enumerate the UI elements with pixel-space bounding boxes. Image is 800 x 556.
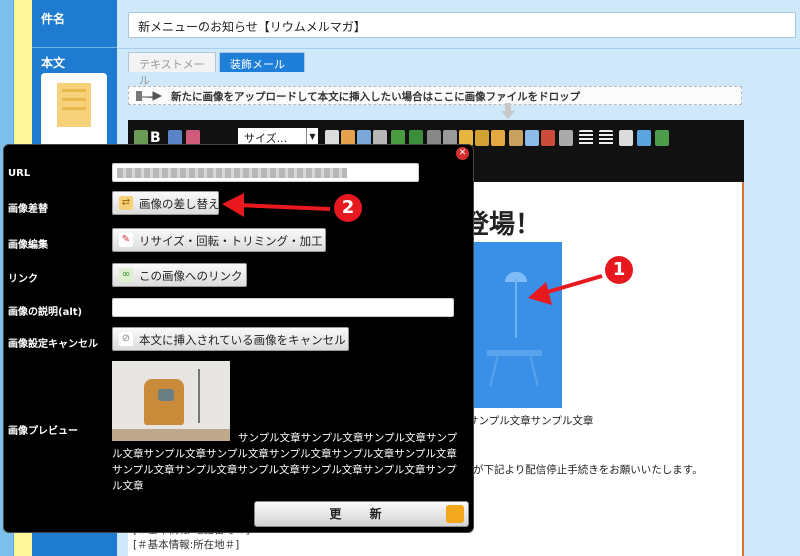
close-icon[interactable]: ✕: [456, 147, 469, 160]
mail-icon[interactable]: [525, 130, 539, 146]
body-label: 本文: [41, 56, 66, 70]
image-settings-dialog: ✕ URL 画像差替 ⇄ 画像の差し替え 画像編集 ✎ リサイズ・回転・トリミン…: [3, 144, 474, 533]
tab-deco-mail[interactable]: 装飾メール: [219, 52, 305, 72]
update-button[interactable]: 更 新: [254, 501, 469, 527]
source-icon[interactable]: [655, 130, 669, 146]
tab-text-mail[interactable]: テキストメール: [128, 52, 216, 87]
link-label: リンク: [8, 274, 38, 285]
alt-label: 画像の説明(alt): [8, 307, 83, 318]
subject-input[interactable]: 新メニューのお知らせ【リウムメルマガ】: [128, 12, 796, 38]
edit-label: 画像編集: [8, 240, 48, 251]
align-center-icon[interactable]: [599, 130, 613, 146]
subject-label: 件名: [41, 12, 66, 26]
url-field[interactable]: [112, 163, 419, 182]
image-drop-zone[interactable]: 新たに画像をアップロードして本文に挿入したい場合はここに画像ファイルをドロップ: [128, 86, 742, 105]
label-divider: [32, 47, 117, 48]
preview-text: サンプル文章サンプル文章サンプル文章サンプル文章サンプル文章サンプル文章サンプル…: [112, 432, 458, 492]
file-icon[interactable]: [491, 130, 505, 146]
window-icon[interactable]: [619, 130, 633, 146]
url-value-blurred: [117, 168, 347, 178]
folder-open-icon[interactable]: [475, 130, 489, 146]
mail-open-icon[interactable]: [559, 130, 573, 146]
drop-zone-text: 新たに画像をアップロードして本文に挿入したい場合はここに画像ファイルをドロップ: [171, 91, 581, 103]
image-preview: [112, 361, 230, 441]
editor-heading: 登場！: [463, 210, 542, 240]
editor-text: サンプル文章サンプル文章: [468, 415, 594, 427]
ban-icon: ⊘: [119, 332, 133, 346]
edit-image-button[interactable]: ✎ リサイズ・回転・トリミング・加工: [112, 228, 326, 252]
preview-label: 画像プレビュー: [8, 426, 78, 437]
alt-text-field[interactable]: [112, 298, 454, 317]
url-label: URL: [8, 168, 31, 179]
document-icon: [41, 73, 107, 151]
callout-badge-2: 2: [334, 194, 362, 222]
replace-label: 画像差替: [8, 204, 48, 215]
editor-text: [＃基本情報:所在地＃]: [133, 539, 240, 551]
callout-badge-1: 1: [605, 256, 633, 284]
link-icon: ∞: [119, 268, 133, 282]
preview-icon[interactable]: [637, 130, 651, 146]
clipboard-icon[interactable]: [509, 130, 523, 146]
align-left-icon[interactable]: [579, 130, 593, 146]
cancel-setting-label: 画像設定キャンセル: [8, 339, 98, 350]
replace-image-button[interactable]: ⇄ 画像の差し替え: [112, 191, 220, 215]
selected-image[interactable]: [467, 242, 562, 408]
drag-arrow-icon: [136, 91, 163, 101]
lock-icon: [446, 505, 464, 523]
pencil-icon: ✎: [119, 233, 133, 247]
image-link-button[interactable]: ∞ この画像へのリンク: [112, 263, 247, 287]
down-arrow-icon: [501, 103, 515, 119]
divider: [117, 48, 800, 49]
cancel-image-button[interactable]: ⊘ 本文に挿入されている画像をキャンセル: [112, 327, 349, 351]
mail-remove-icon[interactable]: [541, 130, 555, 146]
image-swap-icon: ⇄: [119, 196, 133, 210]
editor-text: が下記より配信停止手続きをお願いいたします。: [473, 464, 703, 476]
